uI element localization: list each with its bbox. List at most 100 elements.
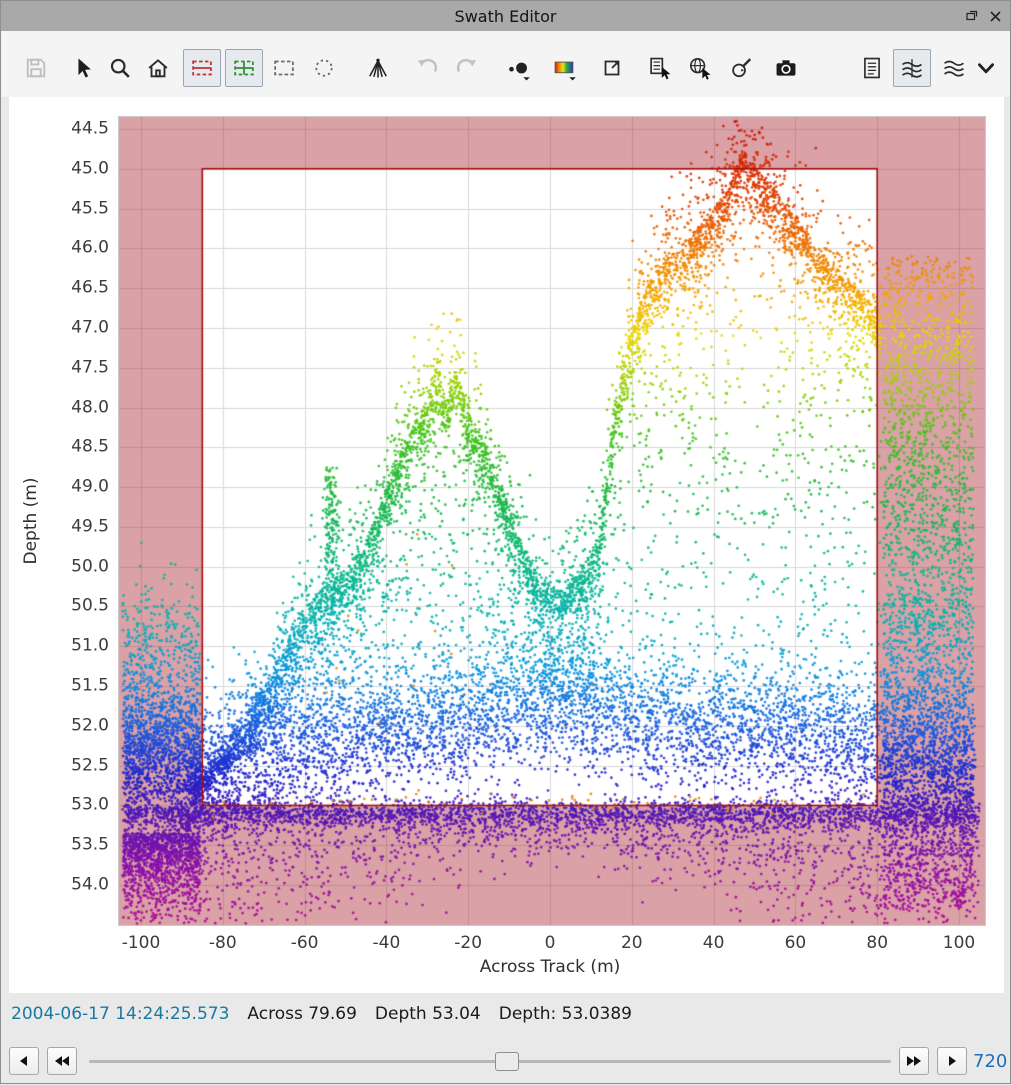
color-map-icon [551,55,577,81]
select-cursor-button[interactable] [63,49,101,87]
camera-icon [773,55,799,81]
y-tick-label: 49.5 [17,516,109,536]
home-button[interactable] [139,49,177,87]
swath-stack-view-icon [941,55,967,81]
y-tick-label: 46.5 [17,278,109,298]
beam-fan-icon [365,55,391,81]
y-tick-label: 45.0 [17,158,109,178]
zoom-button[interactable] [101,49,139,87]
undo-button[interactable] [409,49,447,87]
swath-profile-view-button[interactable] [893,49,931,87]
beam-fan-button[interactable] [359,49,397,87]
y-tick-label: 47.0 [17,318,109,338]
pick-info-icon [647,55,673,81]
x-axis-label: Across Track (m) [480,957,621,977]
close-icon [989,10,1002,23]
x-tick-label: 20 [621,933,643,953]
status-across: Across 79.69 [247,1004,356,1024]
y-tick-label: 49.0 [17,477,109,497]
draw-annotation-icon [729,55,755,81]
undo-icon [415,55,441,81]
status-timestamp: 2004-06-17 14:24:25.573 [11,1004,229,1024]
select-add-box-icon [231,55,257,81]
select-box-button[interactable] [265,49,303,87]
cursor-icon [69,55,95,81]
pick-geo-button[interactable] [681,49,719,87]
window-title: Swath Editor [455,7,557,26]
y-tick-label: 54.0 [17,875,109,895]
close-button[interactable] [989,10,1002,23]
float-window-button[interactable] [965,9,979,23]
select-lasso-icon [311,55,337,81]
x-tick-label: -80 [209,933,237,953]
slider-handle[interactable] [495,1052,519,1071]
y-tick-label: 51.5 [17,676,109,696]
pick-geo-icon [687,55,713,81]
report-icon [859,55,885,81]
float-window-icon [965,9,979,23]
y-tick-label: 47.5 [17,357,109,377]
status-bar: 2004-06-17 14:24:25.573 Across 79.69 Dep… [11,1004,632,1024]
y-tick-label: 50.5 [17,596,109,616]
ping-slider[interactable] [89,1047,891,1075]
chevron-down-icon [974,56,998,80]
x-tick-label: 0 [545,933,556,953]
color-map-button[interactable] [545,49,583,87]
y-tick-label: 48.5 [17,437,109,457]
select-box-icon [271,55,297,81]
home-icon [145,55,171,81]
x-tick-label: -40 [373,933,401,953]
swath-canvas[interactable] [118,116,986,926]
zoom-window-button[interactable] [593,49,631,87]
next-icon [944,1053,960,1069]
ping-counter: 720 [973,1051,1007,1072]
status-depth-precise: Depth: 53.0389 [499,1004,632,1024]
prev-ping-button[interactable] [9,1047,39,1075]
zoom-window-icon [599,55,625,81]
x-tick-label: -60 [291,933,319,953]
x-tick-label: 60 [785,933,807,953]
status-depth: Depth 53.04 [375,1004,481,1024]
y-tick-label: 50.0 [17,556,109,576]
fast-rewind-button[interactable] [47,1047,77,1075]
select-lasso-button[interactable] [305,49,343,87]
slider-track[interactable] [89,1060,891,1063]
toolbar [1,31,1010,97]
y-tick-label: 51.0 [17,636,109,656]
select-add-box-button[interactable] [225,49,263,87]
ping-controls: 720 [1,1043,1010,1085]
redo-button[interactable] [447,49,485,87]
y-tick-label: 45.5 [17,198,109,218]
point-size-icon [505,55,531,81]
zoom-icon [107,55,133,81]
select-across-line-button[interactable] [183,49,221,87]
y-tick-label: 52.0 [17,715,109,735]
x-tick-label: -100 [122,933,161,953]
draw-annotation-button[interactable] [723,49,761,87]
prev-icon [16,1053,32,1069]
y-tick-label: 46.0 [17,238,109,258]
snapshot-button[interactable] [767,49,805,87]
titlebar[interactable]: Swath Editor [1,1,1010,31]
x-tick-label: 40 [703,933,725,953]
fast-rewind-icon [53,1053,71,1069]
swath-profile-view-icon [899,55,925,81]
fast-forward-icon [905,1053,923,1069]
point-size-button[interactable] [499,49,537,87]
fast-forward-button[interactable] [899,1047,929,1075]
y-tick-label: 53.0 [17,795,109,815]
pick-info-button[interactable] [641,49,679,87]
x-tick-label: 80 [866,933,888,953]
save-button[interactable] [17,49,55,87]
x-tick-label: -20 [454,933,482,953]
y-tick-label: 48.0 [17,397,109,417]
next-ping-button[interactable] [937,1047,967,1075]
save-icon [23,55,49,81]
y-tick-label: 53.5 [17,835,109,855]
more-tools-button[interactable] [969,49,1003,87]
swath-stack-view-button[interactable] [935,49,973,87]
x-tick-label: 100 [943,933,975,953]
report-button[interactable] [853,49,891,87]
y-tick-label: 52.5 [17,755,109,775]
swath-plot-panel: Depth (m) Across Track (m) -100-80-60-40… [9,97,1004,993]
